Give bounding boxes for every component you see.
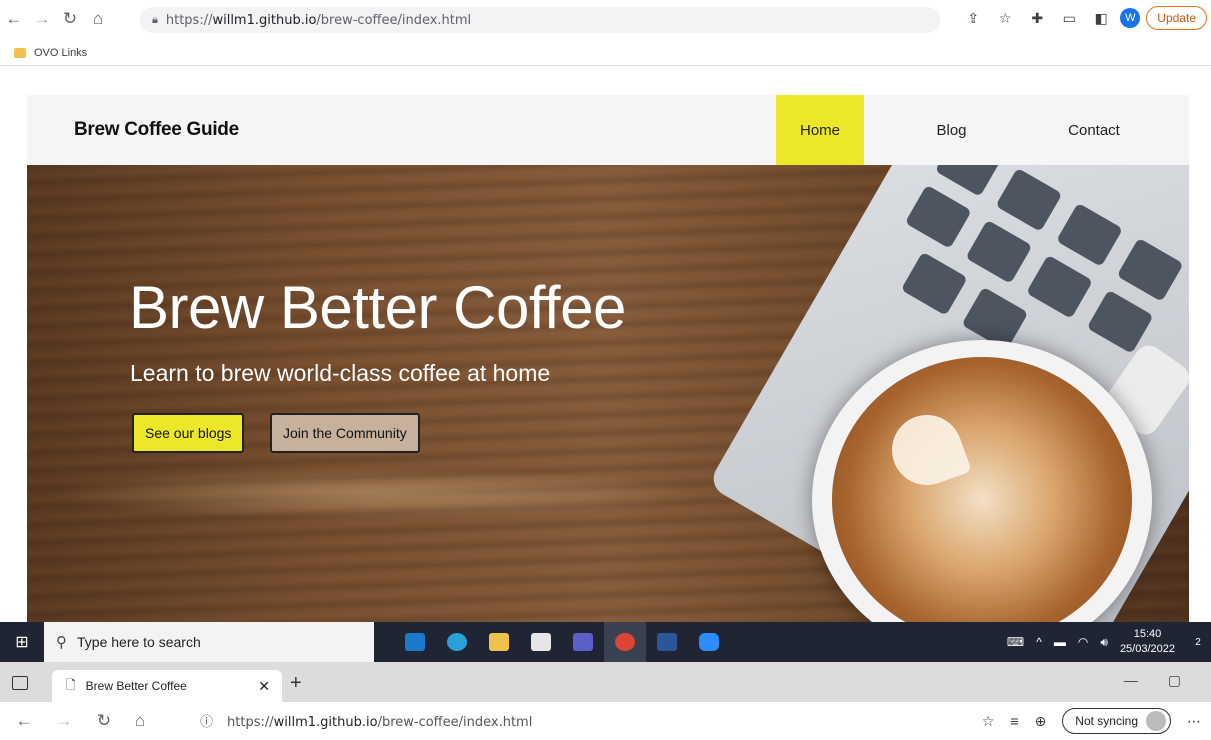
clock-date: 25/03/2022 (1119, 643, 1175, 655)
latte-art (832, 357, 1132, 622)
bookmark-ovo-links[interactable]: OVO Links (34, 47, 87, 59)
system-tray: ⌨ ^ ▬ ◠ 🔊︎ 15:40 25/03/2022 2 (1001, 622, 1211, 662)
extensions-icon[interactable]: ✚ (1024, 5, 1050, 31)
volume-icon[interactable]: 🔊︎ (1100, 635, 1108, 650)
wifi-icon[interactable]: ◠ (1078, 635, 1088, 649)
tab-actions-icon[interactable] (12, 676, 28, 690)
hero-subtitle: Learn to brew world-class coffee at home (130, 360, 551, 386)
windows-taskbar: ⊞ ⚲ Type here to search ⌨ ^ ▬ ◠ 🔊︎ 15:40… (0, 622, 1211, 662)
favorites-icon[interactable]: ≡ (1010, 713, 1018, 729)
lock-icon: 🔒︎ (152, 13, 158, 26)
notification-count: 2 (1195, 636, 1201, 648)
share-icon[interactable]: ⇪ (960, 5, 986, 31)
profile-avatar-icon (1146, 711, 1166, 731)
taskbar-search-placeholder: Type here to search (77, 634, 201, 650)
search-icon: ⚲ (56, 634, 67, 651)
bookmarks-bar: OVO Links (0, 40, 1211, 66)
web-page: Brew Coffee Guide Home Blog Contact Brew… (0, 70, 1211, 622)
taskbar-search[interactable]: ⚲ Type here to search (44, 622, 374, 662)
taskbar-apps (394, 622, 730, 662)
edge-active-tab[interactable]: 🗋 Brew Better Coffee ✕ (52, 670, 282, 702)
clock-time: 15:40 (1133, 628, 1162, 640)
notifications-icon[interactable]: 2 (1185, 622, 1211, 662)
nav-contact[interactable]: Contact (1039, 95, 1189, 165)
cast-icon[interactable]: ▭ (1056, 5, 1082, 31)
side-panel-icon[interactable]: ◧ (1088, 5, 1114, 31)
edge-back-icon[interactable]: ← (10, 707, 38, 735)
profile-avatar[interactable]: W (1120, 8, 1141, 28)
windows-start-icon[interactable]: ⊞ (0, 622, 44, 662)
edge-forward-icon[interactable]: → (50, 707, 78, 735)
join-community-button[interactable]: Join the Community (270, 413, 420, 453)
folder-icon (14, 47, 26, 58)
site-nav: Home Blog Contact (776, 95, 1189, 165)
collections-icon[interactable]: ⊕ (1035, 713, 1047, 730)
see-blogs-button[interactable]: See our blogs (132, 413, 245, 453)
close-tab-icon[interactable]: ✕ (258, 678, 270, 695)
mail-app-icon[interactable] (394, 622, 436, 662)
keyboard-icon[interactable]: ⌨ (1007, 635, 1024, 649)
profile-sync-button[interactable]: Not syncing (1062, 708, 1171, 734)
address-url: https://willm1.github.io/brew-coffee/ind… (165, 12, 472, 28)
hero-section: Brew Better Coffee Learn to brew world-c… (27, 165, 1189, 622)
sync-status: Not syncing (1075, 714, 1138, 728)
edge-tab-strip: 🗋 Brew Better Coffee ✕ + — ▢ (0, 662, 1211, 702)
zoom-app-icon[interactable] (688, 622, 730, 662)
tray-chevron-icon[interactable]: ^ (1036, 635, 1042, 649)
address-bar[interactable]: 🔒︎ https://willm1.github.io/brew-coffee/… (140, 7, 940, 33)
edge-toolbar: ← → ↻ ⌂ ⓘ https://willm1.github.io/brew-c… (0, 702, 1211, 740)
edge-tab-title: Brew Better Coffee (85, 679, 187, 693)
hero-title: Brew Better Coffee (129, 274, 626, 341)
edge-app-icon[interactable] (436, 622, 478, 662)
nav-home[interactable]: Home (776, 95, 864, 165)
site-header: Brew Coffee Guide Home Blog Contact (27, 95, 1189, 165)
edge-reload-icon[interactable]: ↻ (90, 707, 118, 735)
favorite-add-icon[interactable]: ☆ (982, 713, 995, 730)
more-icon[interactable]: ⋯ (1187, 713, 1201, 730)
chrome-toolbar: ← → ↻ ⌂ 🔒︎ https://willm1.github.io/brew… (0, 0, 1211, 38)
page-icon: 🗋 (66, 677, 76, 692)
calendar-app-icon[interactable] (520, 622, 562, 662)
chrome-app-icon[interactable] (604, 622, 646, 662)
restore-icon[interactable]: ▢ (1168, 672, 1181, 689)
forward-arrow-icon[interactable]: → (28, 5, 56, 33)
taskbar-clock[interactable]: 15:40 25/03/2022 (1120, 627, 1175, 657)
teams-app-icon[interactable] (562, 622, 604, 662)
site-brand[interactable]: Brew Coffee Guide (74, 119, 239, 141)
home-icon[interactable]: ⌂ (84, 5, 112, 33)
word-app-icon[interactable] (646, 622, 688, 662)
star-icon[interactable]: ☆ (992, 5, 1018, 31)
nav-blog[interactable]: Blog (864, 95, 1039, 165)
new-tab-icon[interactable]: + (290, 672, 302, 695)
back-arrow-icon[interactable]: ← (0, 5, 28, 33)
update-button[interactable]: Update (1146, 6, 1207, 30)
window-controls: — ▢ (1124, 672, 1181, 689)
reload-icon[interactable]: ↻ (56, 5, 84, 33)
edge-address-url[interactable]: ⓘ https://willm1.github.io/brew-coffee/in… (200, 711, 532, 730)
edge-info-icon: ⓘ (200, 715, 214, 730)
edge-home-icon[interactable]: ⌂ (126, 707, 154, 735)
file-explorer-icon[interactable] (478, 622, 520, 662)
battery-icon[interactable]: ▬ (1054, 635, 1066, 649)
minimize-icon[interactable]: — (1124, 672, 1138, 689)
